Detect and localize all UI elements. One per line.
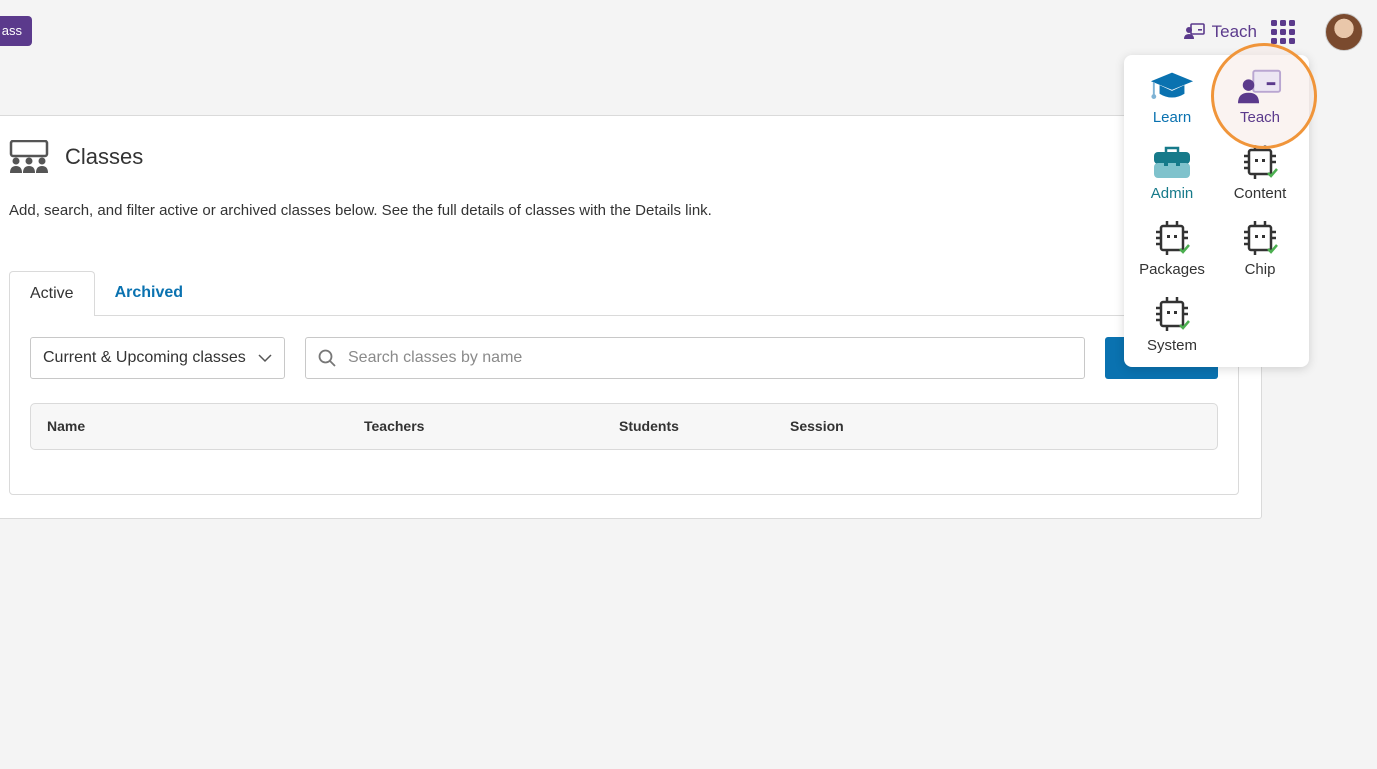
app-label-learn: Learn <box>1152 109 1192 126</box>
teacher-board-icon <box>1183 23 1205 39</box>
app-label-chip: Chip <box>1244 261 1276 278</box>
class-filter-select[interactable]: Current & Upcoming classes <box>30 337 285 379</box>
current-app-link[interactable]: Teach <box>1183 22 1257 42</box>
tab-archived[interactable]: Archived <box>95 271 203 315</box>
chevron-down-icon <box>258 353 272 362</box>
app-label-teach: Teach <box>1239 109 1281 126</box>
column-header-session[interactable]: Session <box>790 404 844 449</box>
chip-check-icon <box>1244 145 1278 179</box>
class-tabs: Active Archived <box>9 271 203 316</box>
app-item-packages[interactable]: Packages <box>1128 219 1216 289</box>
search-input[interactable] <box>346 348 1050 368</box>
app-item-admin[interactable]: Admin <box>1128 143 1216 213</box>
teacher-board-icon <box>1238 69 1282 104</box>
page-title: Classes <box>65 144 144 169</box>
app-label-content: Content <box>1233 185 1287 202</box>
app-item-chip[interactable]: Chip <box>1216 219 1304 289</box>
class-filter-value: Current & Upcoming classes <box>43 349 246 366</box>
app-item-learn[interactable]: Learn <box>1128 67 1216 137</box>
current-app-label: Teach <box>1211 22 1257 41</box>
column-header-students[interactable]: Students <box>619 404 679 449</box>
page-description: Add, search, and filter active or archiv… <box>9 202 712 219</box>
chip-check-icon <box>1244 221 1278 255</box>
app-item-system[interactable]: System <box>1128 295 1216 365</box>
column-header-name[interactable]: Name <box>47 404 85 449</box>
app-grid-icon[interactable] <box>1271 20 1295 44</box>
search-icon <box>318 349 336 367</box>
tab-panel: Current & Upcoming classes A Name Teache… <box>9 315 1239 495</box>
column-header-teachers[interactable]: Teachers <box>364 404 424 449</box>
classes-table-header: Name Teachers Students Session <box>30 403 1218 450</box>
chip-check-icon <box>1156 221 1190 255</box>
classes-card: Classes Add, search, and filter active o… <box>0 115 1262 519</box>
add-class-button[interactable]: ass <box>0 16 32 46</box>
graduation-cap-icon <box>1150 72 1194 99</box>
tab-active[interactable]: Active <box>9 271 95 316</box>
page-header: Classes <box>9 140 143 174</box>
search-field[interactable] <box>305 337 1085 379</box>
avatar[interactable] <box>1325 13 1363 51</box>
app-item-content[interactable]: Content <box>1216 143 1304 213</box>
classroom-icon <box>9 140 49 173</box>
app-item-teach[interactable]: Teach <box>1216 67 1304 137</box>
chip-check-icon <box>1156 297 1190 331</box>
app-label-system: System <box>1146 337 1197 354</box>
app-label-packages: Packages <box>1139 261 1205 278</box>
app-launcher-menu: Learn Teach Admin Content Packages Chip … <box>1124 55 1309 367</box>
app-label-admin: Admin <box>1150 185 1194 202</box>
toolbox-icon <box>1154 146 1190 178</box>
app-root: ass Teach Classes Add, search, and filte… <box>0 0 1377 769</box>
